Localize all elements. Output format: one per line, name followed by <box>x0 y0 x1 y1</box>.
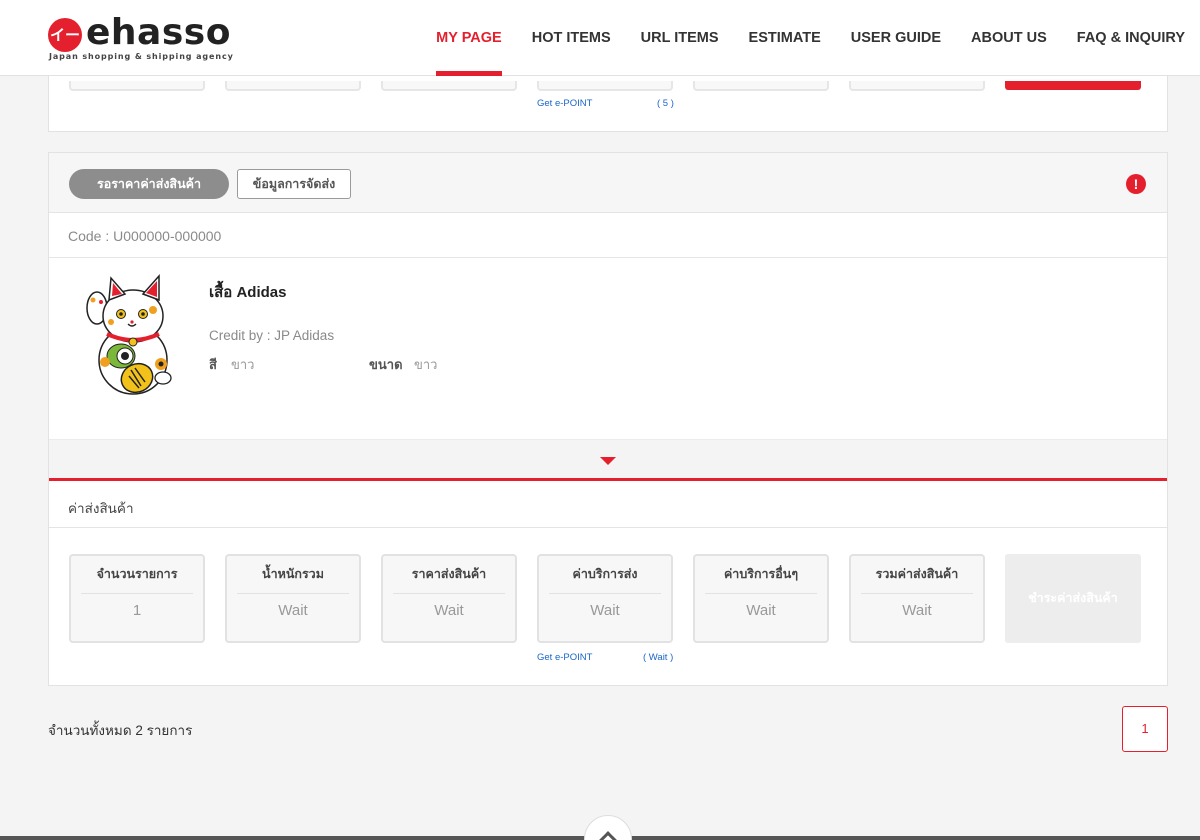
summary-label: รวมค่าส่งสินค้า <box>861 565 973 594</box>
product-credit: Credit by : JP Adidas <box>209 328 335 343</box>
summary-label: จำนวนรายการ <box>81 565 193 594</box>
summary-shipping-price: ราคาส่งสินค้า Wait <box>381 554 517 643</box>
summary-value: Wait <box>902 602 932 619</box>
pay-shipping-button[interactable]: ชำระค่าส่งสินค้า <box>1005 554 1141 643</box>
summary-label: ค่าบริการส่ง <box>549 565 661 594</box>
summary-label: น้ำหนักรวม <box>237 565 349 594</box>
expand-toggle[interactable] <box>49 439 1167 481</box>
maneki-neko-image <box>81 272 181 398</box>
size-value: ขาว <box>414 357 438 372</box>
size-label: ขนาด <box>369 357 403 372</box>
summary-total-shipping: รวมค่าส่งสินค้า Wait <box>849 554 985 643</box>
summary-value: Wait <box>746 602 776 619</box>
order-code: Code : U000000-000000 <box>68 228 222 244</box>
summary-value: Wait <box>434 602 464 619</box>
summary-box <box>849 81 985 91</box>
summary-box <box>537 81 673 91</box>
order-card-header: รอราคาค่าส่งสินค้า ข้อมูลการจัดส่ง ! <box>49 153 1167 213</box>
summary-value: 1 <box>132 602 142 619</box>
nav-about-us[interactable]: ABOUT US <box>956 0 1062 76</box>
scroll-top-button[interactable] <box>584 815 632 840</box>
summary-other-fees: ค่าบริการอื่นๆ Wait <box>693 554 829 643</box>
status-badge: รอราคาค่าส่งสินค้า <box>69 169 229 199</box>
logo-tagline: Japan shopping & shipping agency <box>49 52 234 61</box>
summary-total-weight: น้ำหนักรวม Wait <box>225 554 361 643</box>
epoint-label: Get e-POINT <box>537 98 593 109</box>
nav-user-guide[interactable]: USER GUIDE <box>836 0 956 76</box>
pay-button[interactable] <box>1005 81 1141 90</box>
product-name[interactable]: เสื้อ Adidas <box>209 280 286 304</box>
section-title: ค่าส่งสินค้า <box>68 501 134 516</box>
ehasso-logo[interactable]: イー ehasso Japan shopping & shipping agen… <box>48 12 248 64</box>
nav-faq-inquiry[interactable]: FAQ & INQUIRY <box>1062 0 1200 76</box>
summary-label: ราคาส่งสินค้า <box>393 565 505 594</box>
nav-url-items[interactable]: URL ITEMS <box>626 0 734 76</box>
epoint-value: ( 5 ) <box>657 98 674 109</box>
product-row: เสื้อ Adidas Credit by : JP Adidas สี ขา… <box>49 258 1167 439</box>
summary-shipping-service: ค่าบริการส่ง Wait <box>537 554 673 643</box>
total-count: จำนวนทั้งหมด 2 รายการ <box>48 723 193 738</box>
summary-box <box>693 81 829 91</box>
site-header: イー ehasso Japan shopping & shipping agen… <box>0 0 1200 76</box>
logo-word: ehasso <box>86 12 231 53</box>
epoint-value: ( Wait ) <box>643 652 674 663</box>
summary-box <box>381 81 517 91</box>
color-value: ขาว <box>231 357 255 372</box>
summary-item-count: จำนวนรายการ 1 <box>69 554 205 643</box>
logo-mark: イー <box>48 18 82 52</box>
summary-box <box>225 81 361 91</box>
summary-value: Wait <box>278 602 308 619</box>
nav-estimate[interactable]: ESTIMATE <box>734 0 836 76</box>
pagination-page-1[interactable]: 1 <box>1122 706 1168 752</box>
summary-box <box>69 81 205 91</box>
order-card: รอราคาค่าส่งสินค้า ข้อมูลการจัดส่ง ! Cod… <box>48 152 1168 686</box>
summary-label: ค่าบริการอื่นๆ <box>705 565 817 594</box>
order-code-row: Code : U000000-000000 <box>49 213 1167 258</box>
caret-down-icon <box>600 457 616 465</box>
summary-value: Wait <box>590 602 620 619</box>
nav-hot-items[interactable]: HOT ITEMS <box>517 0 626 76</box>
nav-my-page[interactable]: MY PAGE <box>421 0 517 76</box>
epoint-label: Get e-POINT <box>537 652 593 663</box>
alert-icon[interactable]: ! <box>1126 174 1146 194</box>
shipping-info-button[interactable]: ข้อมูลการจัดส่ง <box>237 169 351 199</box>
color-label: สี <box>209 357 217 372</box>
chevron-up-icon <box>598 831 618 840</box>
shipping-cost-header: ค่าส่งสินค้า <box>49 484 1167 528</box>
main-nav: MY PAGE HOT ITEMS URL ITEMS ESTIMATE USE… <box>421 0 1200 76</box>
